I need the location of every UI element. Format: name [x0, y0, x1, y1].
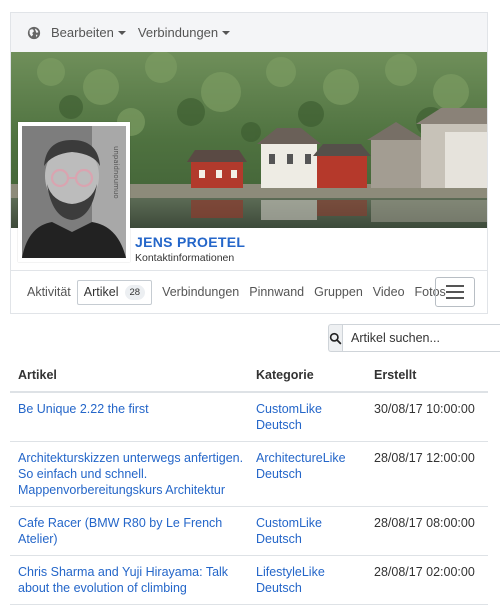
article-title-link[interactable]: Cafe Racer (BMW R80 by Le French Atelier…	[18, 516, 222, 546]
globe-icon[interactable]	[27, 26, 41, 40]
article-created-date: 28/08/17 02:00:00	[366, 555, 488, 605]
articles-count-badge: 28	[124, 284, 146, 300]
top-toolbar: Bearbeiten Verbindungen	[10, 12, 488, 52]
search-input[interactable]	[342, 324, 500, 352]
profile-tabs: Aktivität Artikel 28 Verbindungen Pinnwa…	[10, 270, 488, 314]
avatar-watermark: unpaidnoumuo	[112, 146, 120, 199]
tab-pinboard[interactable]: Pinnwand	[249, 285, 304, 299]
caret-down-icon	[117, 30, 126, 35]
profile-avatar[interactable]: unpaidnoumuo	[18, 122, 130, 262]
search-icon	[329, 332, 342, 344]
article-category-link[interactable]: ArchitectureLike Deutsch	[256, 451, 346, 481]
article-category-link[interactable]: LifestyleLike Deutsch	[256, 565, 325, 595]
article-search	[328, 324, 500, 352]
caret-down-icon	[222, 30, 231, 35]
table-row: Cafe Racer (BMW R80 by Le French Atelier…	[10, 506, 488, 556]
hamburger-icon[interactable]	[435, 277, 475, 307]
article-title-link[interactable]: Architekturskizzen unterwegs anfertigen.…	[18, 451, 243, 497]
article-category-link[interactable]: CustomLike Deutsch	[256, 402, 322, 432]
article-created-date: 28/08/17 12:00:00	[366, 441, 488, 507]
article-category-link[interactable]: CustomLike Deutsch	[256, 516, 322, 546]
column-header-created[interactable]: Erstellt	[366, 358, 488, 393]
table-row: Be Unique 2.22 the first CustomLike Deut…	[10, 392, 488, 442]
article-title-link[interactable]: Be Unique 2.22 the first	[18, 402, 149, 416]
tab-articles[interactable]: Artikel 28	[76, 279, 153, 305]
column-header-category[interactable]: Kategorie	[248, 358, 366, 393]
connections-menu-button[interactable]: Verbindungen	[137, 25, 231, 40]
connections-menu-label: Verbindungen	[137, 25, 219, 40]
profile-name[interactable]: JENS PROETEL	[135, 234, 245, 250]
articles-table: Artikel Kategorie Erstellt Be Unique 2.2…	[10, 358, 488, 605]
tab-articles-label: Artikel	[83, 285, 119, 299]
article-title-link[interactable]: Chris Sharma and Yuji Hirayama: Talk abo…	[18, 565, 228, 595]
tab-connections[interactable]: Verbindungen	[162, 285, 239, 299]
column-header-article[interactable]: Artikel	[10, 358, 248, 393]
tab-groups[interactable]: Gruppen	[314, 285, 363, 299]
article-created-date: 30/08/17 10:00:00	[366, 392, 488, 442]
table-row: Chris Sharma and Yuji Hirayama: Talk abo…	[10, 555, 488, 605]
tab-activity[interactable]: Aktivität	[27, 285, 71, 299]
edit-menu-button[interactable]: Bearbeiten	[51, 25, 126, 40]
article-created-date: 28/08/17 08:00:00	[366, 506, 488, 556]
table-header-row: Artikel Kategorie Erstellt	[10, 358, 488, 393]
edit-menu-label: Bearbeiten	[51, 25, 114, 40]
table-row: Architekturskizzen unterwegs anfertigen.…	[10, 441, 488, 507]
tab-video[interactable]: Video	[373, 285, 405, 299]
contact-info-link[interactable]: Kontaktinformationen	[135, 252, 234, 264]
search-button[interactable]	[328, 324, 342, 352]
